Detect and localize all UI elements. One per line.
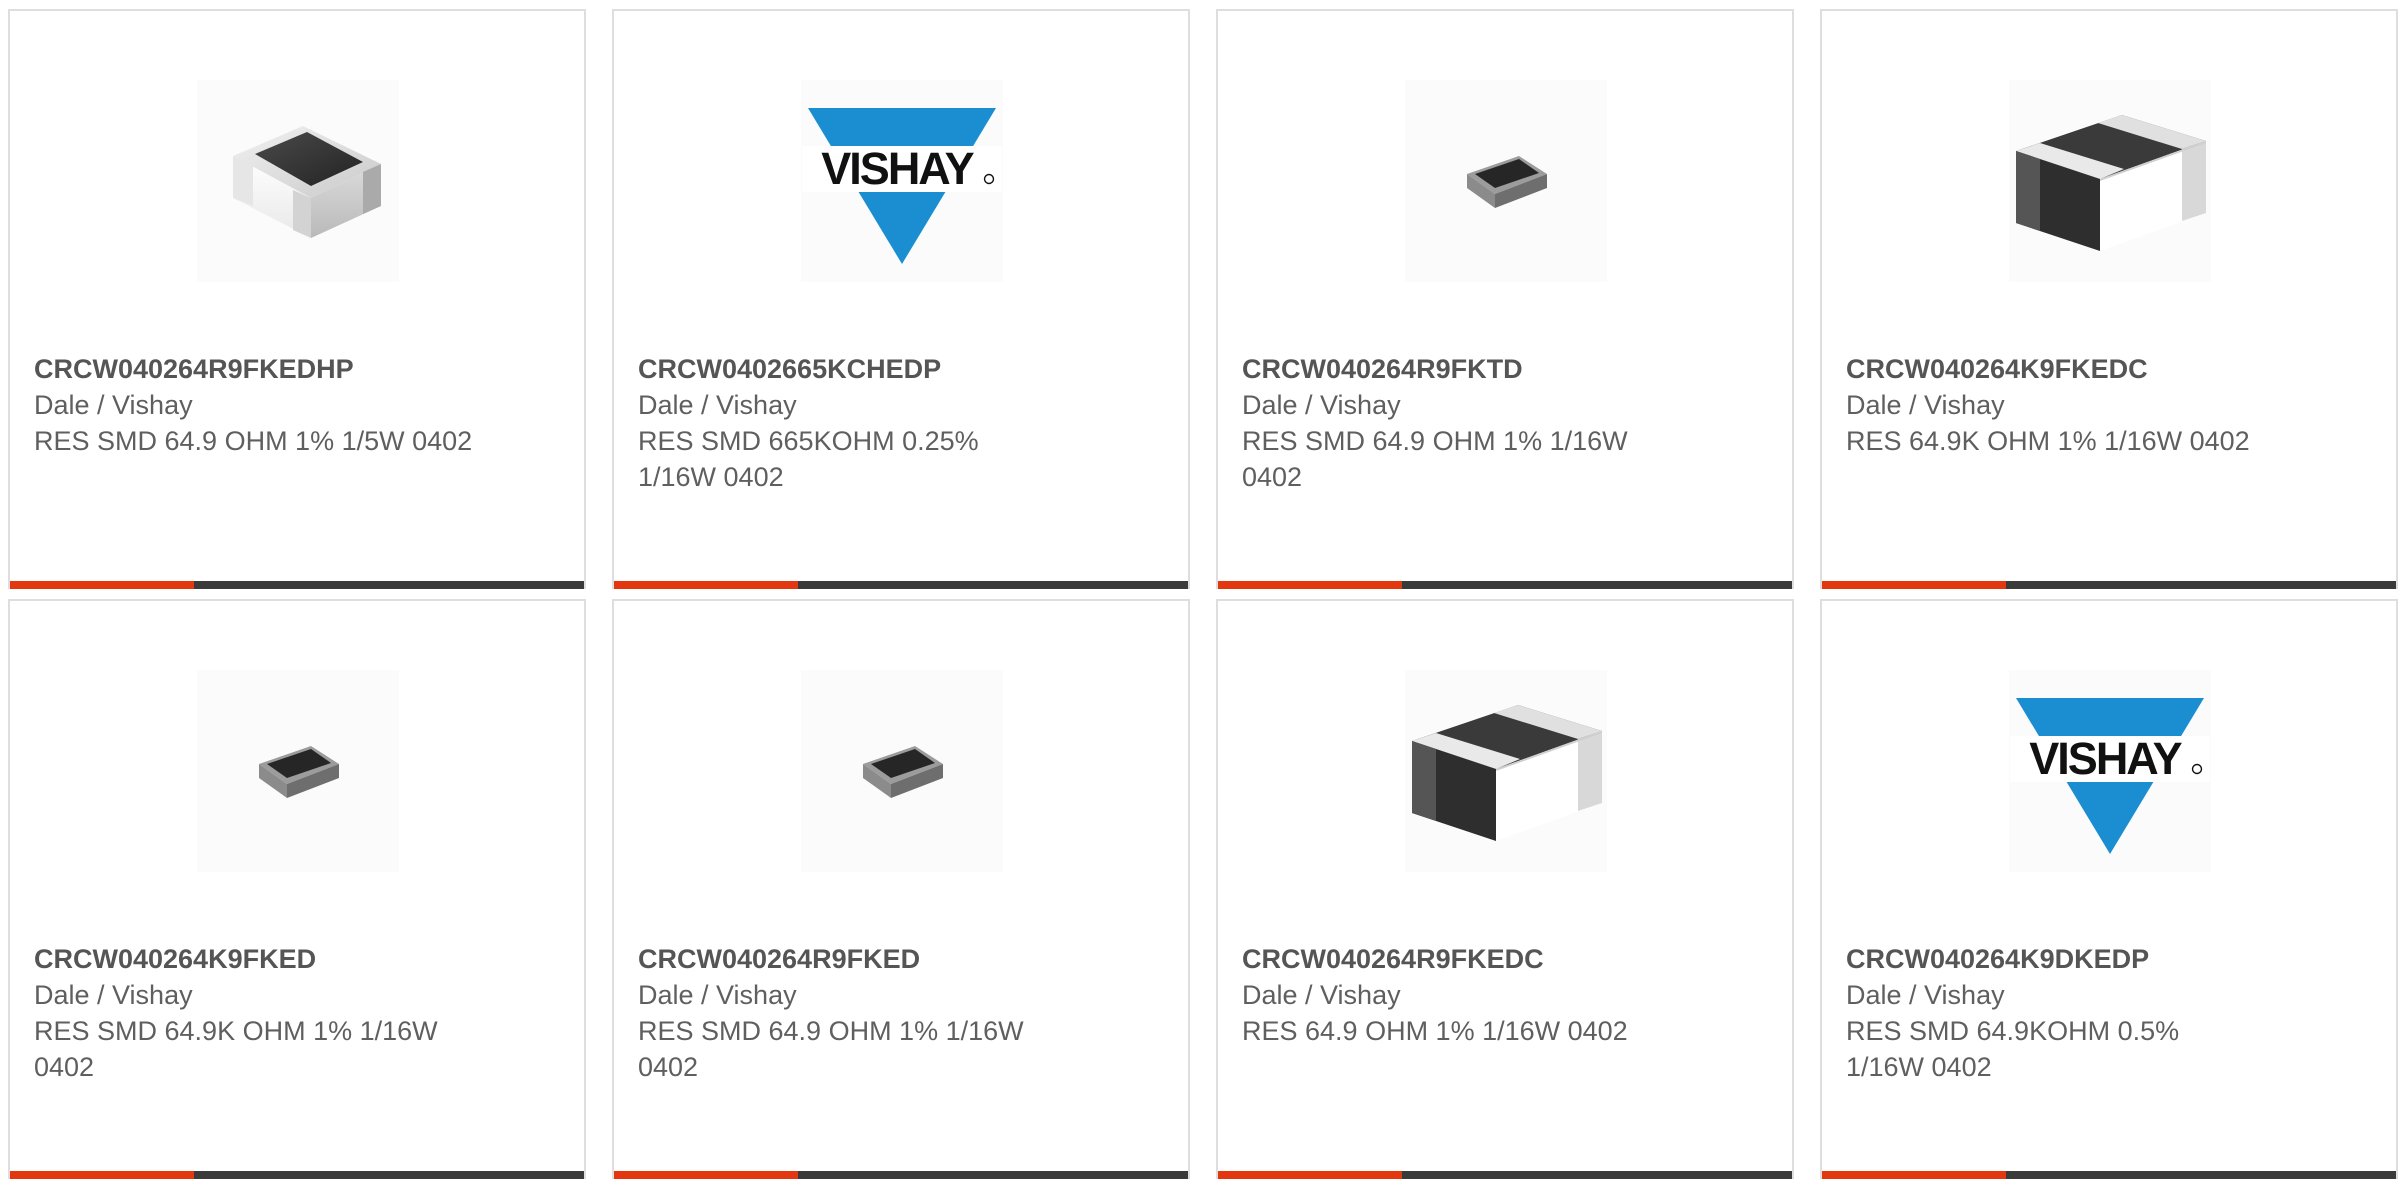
part-number[interactable]: CRCW040264R9FKEDC (1242, 941, 1682, 977)
part-number[interactable]: CRCW040264R9FKTD (1242, 351, 1682, 387)
product-card[interactable]: VISHAY CRCW040264K9DKEDP Dale / Vishay R… (1820, 599, 2398, 1179)
product-card[interactable]: CRCW040264K9FKEDC Dale / Vishay RES 64.9… (1820, 9, 2398, 589)
product-info: CRCW040264R9FKED Dale / Vishay RES SMD 6… (638, 941, 1078, 1085)
product-info: CRCW040264R9FKEDHP Dale / Vishay RES SMD… (34, 351, 474, 459)
product-info: CRCW040264R9FKEDC Dale / Vishay RES 64.9… (1242, 941, 1682, 1049)
part-number[interactable]: CRCW040264R9FKEDHP (34, 351, 474, 387)
product-description: RES 64.9 OHM 1% 1/16W 0402 (1242, 1016, 1628, 1046)
product-image[interactable] (1405, 670, 1607, 872)
product-card[interactable]: CRCW040264R9FKEDC Dale / Vishay RES 64.9… (1216, 599, 1794, 1179)
product-description: RES SMD 64.9KOHM 0.5% 1/16W 0402 (1846, 1016, 2180, 1082)
product-image[interactable] (197, 80, 399, 282)
product-description: RES SMD 64.9 OHM 1% 1/16W 0402 (638, 1016, 1024, 1082)
vishay-logo: VISHAY (2010, 698, 2210, 854)
card-footer-bar (1822, 1171, 2396, 1179)
svg-text:VISHAY: VISHAY (2029, 733, 2182, 784)
product-image[interactable]: VISHAY (2009, 670, 2211, 872)
card-footer-accent (1218, 1171, 1402, 1179)
product-image[interactable] (2009, 80, 2211, 282)
part-number[interactable]: CRCW040264R9FKED (638, 941, 1078, 977)
card-footer-accent (1822, 581, 2006, 589)
product-card[interactable]: CRCW040264R9FKEDHP Dale / Vishay RES SMD… (8, 9, 586, 589)
card-footer-accent (10, 581, 194, 589)
resistor-chip-dark-icon (1412, 705, 1602, 841)
product-info: CRCW040264K9DKEDP Dale / Vishay RES SMD … (1846, 941, 2286, 1085)
product-info: CRCW0402665KCHEDP Dale / Vishay RES SMD … (638, 351, 1078, 495)
card-footer-bar (10, 1171, 584, 1179)
card-footer-bar (1822, 581, 2396, 589)
card-footer-accent (1218, 581, 1402, 589)
product-card[interactable]: CRCW040264K9FKED Dale / Vishay RES SMD 6… (8, 599, 586, 1179)
card-footer-bar (1218, 581, 1792, 589)
manufacturer: Dale / Vishay (1242, 390, 1401, 420)
manufacturer: Dale / Vishay (1846, 390, 2005, 420)
product-info: CRCW040264R9FKTD Dale / Vishay RES SMD 6… (1242, 351, 1682, 495)
product-info: CRCW040264K9FKED Dale / Vishay RES SMD 6… (34, 941, 474, 1085)
product-card[interactable]: VISHAY CRCW0402665KCHEDP Dale / Vishay R… (612, 9, 1190, 589)
card-footer-accent (614, 1171, 798, 1179)
product-description: RES SMD 665KOHM 0.25% 1/16W 0402 (638, 426, 979, 492)
card-footer-bar (614, 581, 1188, 589)
product-grid: CRCW040264R9FKEDHP Dale / Vishay RES SMD… (8, 9, 2398, 1179)
product-description: RES SMD 64.9 OHM 1% 1/16W 0402 (1242, 426, 1628, 492)
product-description: RES 64.9K OHM 1% 1/16W 0402 (1846, 426, 2250, 456)
manufacturer: Dale / Vishay (34, 980, 193, 1010)
card-footer-bar (10, 581, 584, 589)
card-footer-bar (1218, 1171, 1792, 1179)
resistor-chip-light-icon (233, 126, 381, 238)
manufacturer: Dale / Vishay (1846, 980, 2005, 1010)
manufacturer: Dale / Vishay (34, 390, 193, 420)
product-card[interactable]: CRCW040264R9FKED Dale / Vishay RES SMD 6… (612, 599, 1190, 1179)
product-image[interactable] (1405, 80, 1607, 282)
product-image[interactable] (801, 670, 1003, 872)
manufacturer: Dale / Vishay (1242, 980, 1401, 1010)
card-footer-accent (614, 581, 798, 589)
product-image[interactable] (197, 670, 399, 872)
card-footer-accent (1822, 1171, 2006, 1179)
svg-text:VISHAY: VISHAY (821, 143, 974, 194)
product-image[interactable]: VISHAY (801, 80, 1003, 282)
part-number[interactable]: CRCW040264K9FKEDC (1846, 351, 2286, 387)
product-card[interactable]: CRCW040264R9FKTD Dale / Vishay RES SMD 6… (1216, 9, 1794, 589)
card-footer-bar (614, 1171, 1188, 1179)
resistor-chip-dark-icon (2016, 115, 2206, 251)
resistor-chip-small-icon (1467, 156, 1547, 208)
product-description: RES SMD 64.9K OHM 1% 1/16W 0402 (34, 1016, 438, 1082)
resistor-chip-small-icon (259, 746, 339, 798)
part-number[interactable]: CRCW0402665KCHEDP (638, 351, 1078, 387)
part-number[interactable]: CRCW040264K9FKED (34, 941, 474, 977)
resistor-chip-small-icon (863, 746, 943, 798)
manufacturer: Dale / Vishay (638, 980, 797, 1010)
product-info: CRCW040264K9FKEDC Dale / Vishay RES 64.9… (1846, 351, 2286, 459)
card-footer-accent (10, 1171, 194, 1179)
product-description: RES SMD 64.9 OHM 1% 1/5W 0402 (34, 426, 473, 456)
part-number[interactable]: CRCW040264K9DKEDP (1846, 941, 2286, 977)
manufacturer: Dale / Vishay (638, 390, 797, 420)
vishay-logo: VISHAY (802, 108, 1002, 264)
